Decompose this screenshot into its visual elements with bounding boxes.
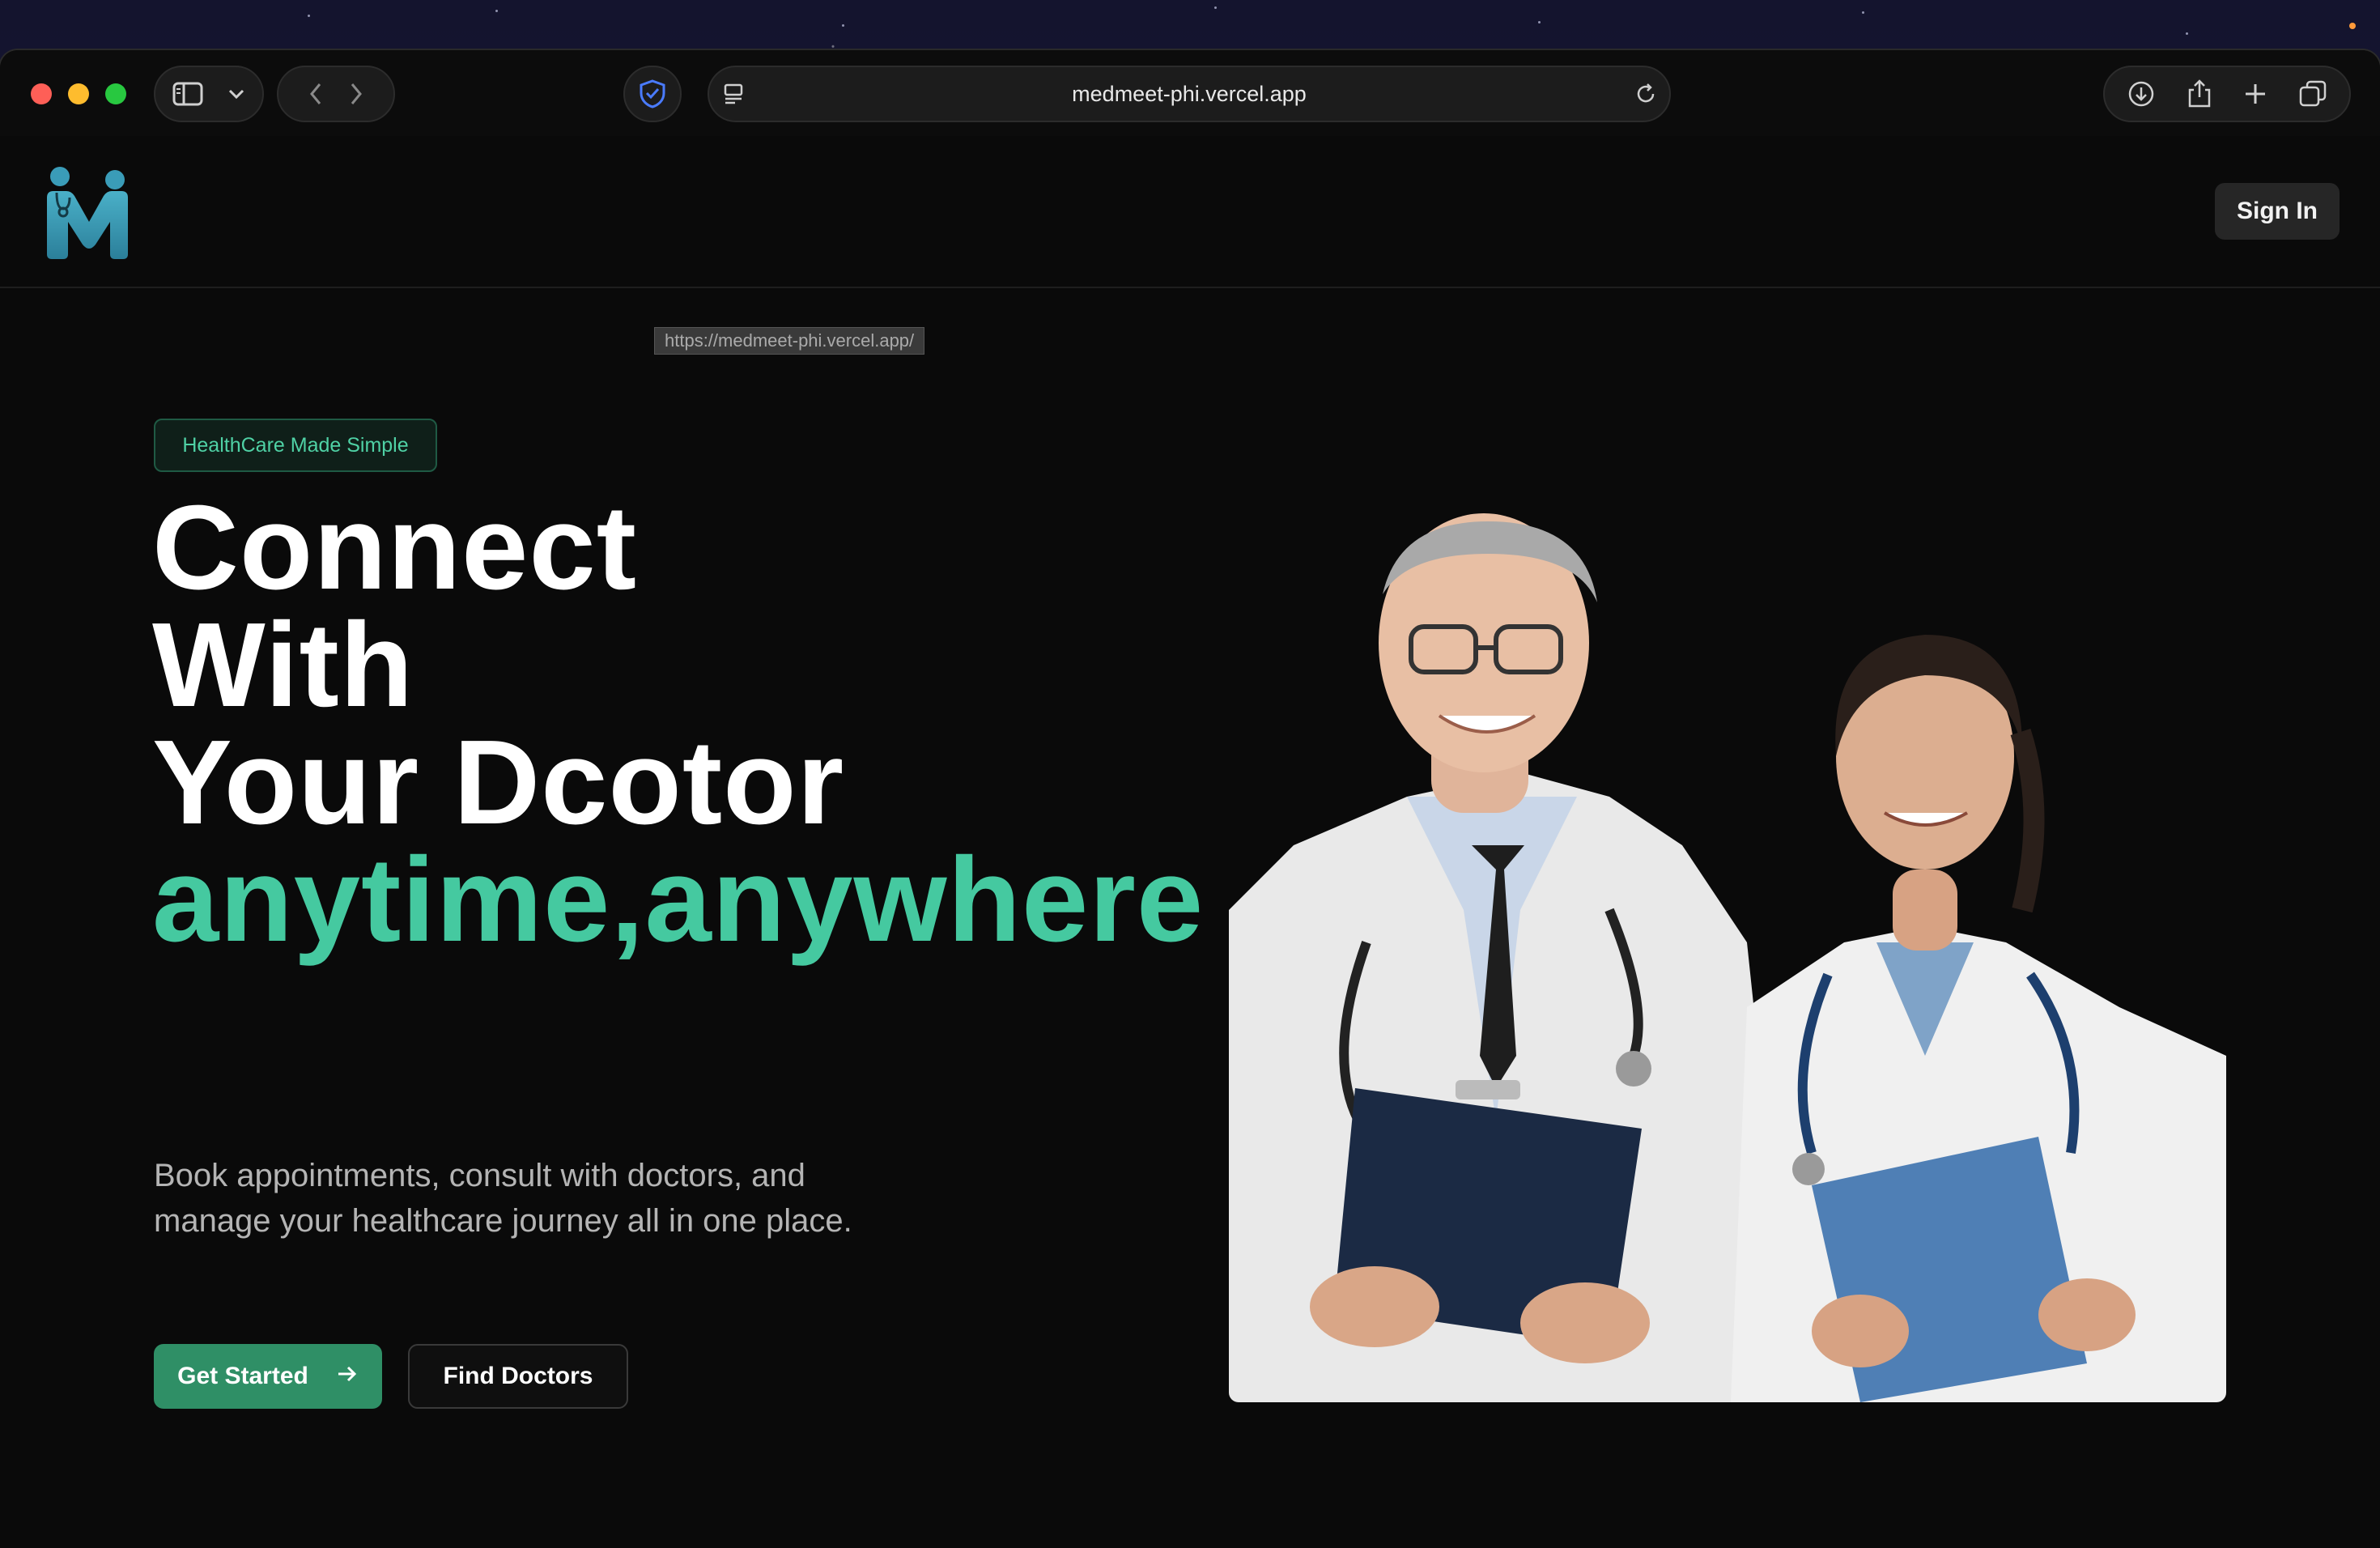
address-bar[interactable]: medmeet-phi.vercel.app (708, 66, 1671, 122)
get-started-button[interactable]: Get Started (154, 1344, 382, 1409)
tagline-badge: HealthCare Made Simple (154, 419, 437, 472)
shield-icon (639, 79, 666, 109)
sidebar-toggle-group[interactable] (154, 66, 264, 122)
get-started-label: Get Started (177, 1363, 308, 1389)
maximize-window-button[interactable] (105, 83, 126, 104)
chevron-down-icon[interactable] (227, 88, 245, 100)
arrow-right-icon (336, 1363, 359, 1390)
doctors-hero-image (1229, 489, 2226, 1402)
medmeet-logo[interactable] (42, 165, 136, 262)
download-icon[interactable] (2127, 79, 2156, 108)
hero-headline: Connect With Your Dcotor anytime,anywher… (152, 481, 1205, 967)
share-icon[interactable] (2187, 79, 2212, 109)
tabs-icon[interactable] (2298, 79, 2327, 108)
browser-toolbar: medmeet-phi.vercel.app (0, 50, 2380, 138)
reload-icon[interactable] (1634, 82, 1658, 106)
hero-subtitle: Book appointments, consult with doctors,… (154, 1158, 852, 1239)
minimize-window-button[interactable] (68, 83, 89, 104)
headline-line-1: Connect (152, 481, 637, 615)
toolbar-actions (2103, 66, 2351, 122)
sign-in-button[interactable]: Sign In (2215, 183, 2340, 240)
back-icon[interactable] (308, 82, 324, 106)
sidebar-icon[interactable] (172, 81, 203, 107)
plus-icon[interactable] (2243, 82, 2267, 106)
headline-line-2: With (152, 598, 414, 732)
link-hover-preview: https://medmeet-phi.vercel.app/ (654, 327, 925, 355)
headline-line-3: Your Dcotor (152, 716, 845, 849)
site-header: Sign In (0, 136, 2380, 288)
forward-icon[interactable] (348, 82, 364, 106)
close-window-button[interactable] (31, 83, 52, 104)
headline-accent: anytime,anywhere (152, 833, 1205, 967)
browser-window: medmeet-phi.vercel.app Sign In https://m… (0, 50, 2380, 1548)
history-nav-group (277, 66, 395, 122)
web-page: Sign In https://medmeet-phi.vercel.app/ … (0, 136, 2380, 1548)
privacy-shield-button[interactable] (623, 66, 682, 122)
url-text[interactable]: medmeet-phi.vercel.app (709, 67, 1669, 121)
find-doctors-button[interactable]: Find Doctors (408, 1344, 628, 1409)
